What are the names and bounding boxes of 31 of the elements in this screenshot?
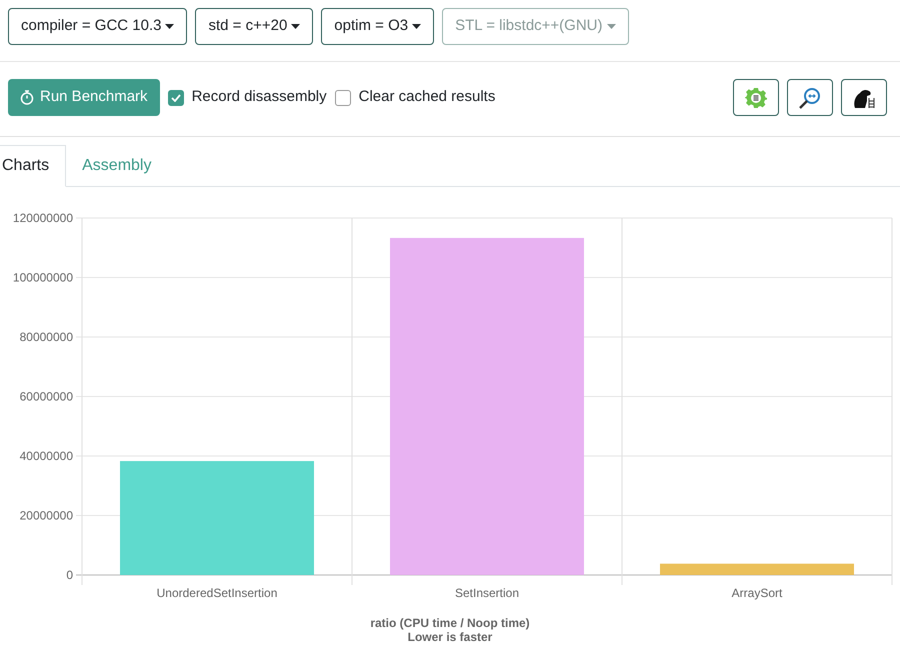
checkbox-label: Record disassembly — [192, 87, 327, 108]
y-tick-label: 120000000 — [12, 211, 73, 225]
tool-button[interactable] — [787, 79, 833, 116]
x-tick-label: ArraySort — [732, 586, 782, 600]
y-tick-label: 0 — [66, 568, 73, 582]
gear-icon — [745, 86, 767, 108]
caret-icon — [165, 24, 174, 29]
y-tick-label: 100000000 — [12, 270, 73, 284]
x-axis-title: ratio (CPU time / Noop time) — [370, 616, 530, 630]
chart-note: Lower is faster — [408, 630, 492, 644]
stopwatch-icon — [20, 90, 34, 105]
tool-button[interactable] — [841, 79, 887, 116]
y-tick-label: 40000000 — [20, 449, 73, 463]
checkmark-icon — [170, 94, 181, 102]
y-tick-label: 60000000 — [20, 390, 73, 404]
option-dropdown[interactable]: compiler = GCC 10.3 — [8, 8, 188, 45]
checkbox[interactable] — [334, 90, 351, 106]
checkbox-label: Clear cached results — [358, 87, 496, 108]
tool-button[interactable] — [733, 79, 779, 116]
caret-icon — [291, 24, 300, 29]
y-tick-label: 80000000 — [20, 330, 73, 344]
search-icon — [798, 86, 822, 110]
option-dropdown[interactable]: std = c++20 — [195, 8, 314, 45]
checkbox[interactable] — [168, 90, 184, 106]
x-tick-label: SetInsertion — [454, 586, 520, 600]
tab[interactable]: Charts — [0, 145, 66, 187]
caret-icon — [412, 24, 422, 29]
y-tick-label: 20000000 — [20, 508, 73, 522]
caret-icon — [606, 24, 616, 29]
option-dropdown[interactable]: optim = O3 — [321, 8, 434, 45]
x-tick-label: UnorderedSetInsertion — [156, 586, 278, 600]
